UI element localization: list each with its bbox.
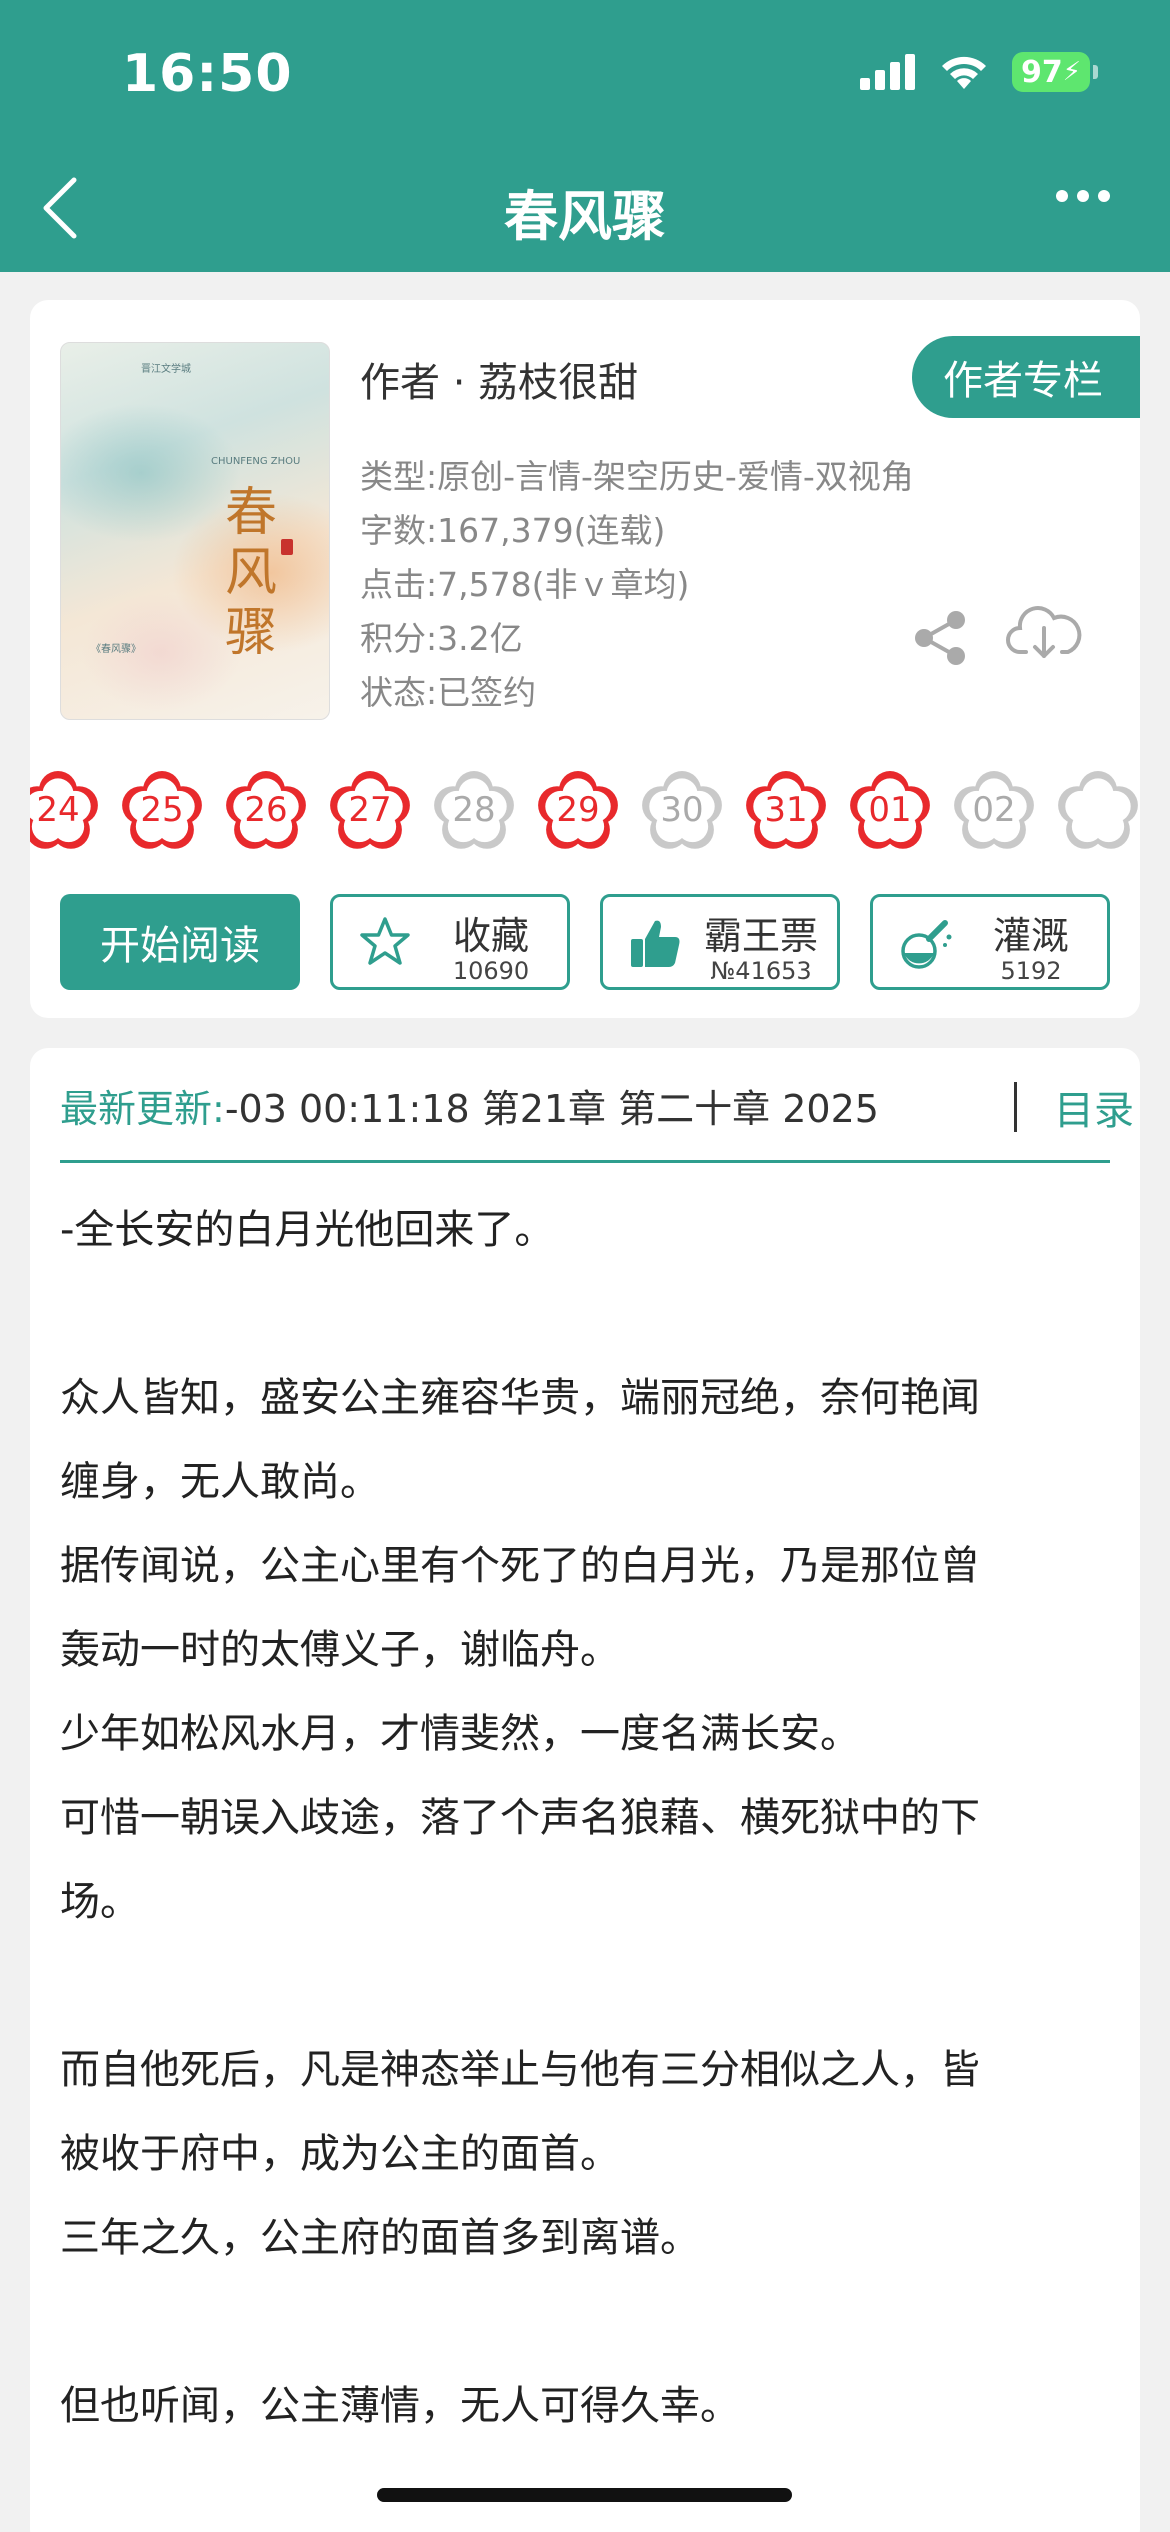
latest-update-label: 最新更新: bbox=[60, 1087, 225, 1131]
summary-line: 少年如松风水月，才情斐然，一度名满长安。 bbox=[60, 1711, 860, 1757]
table-of-contents-link[interactable]: 目录 bbox=[1054, 1078, 1134, 1136]
divider bbox=[1014, 1082, 1017, 1132]
status-time: 16:50 bbox=[122, 44, 293, 104]
cover-title-char: 春 bbox=[224, 483, 277, 543]
calendar-day-number: 01 bbox=[868, 790, 912, 830]
cover-publisher: 晋江文学城 bbox=[141, 364, 191, 375]
calendar-day-updated[interactable]: 27 bbox=[320, 760, 420, 860]
cellular-signal-icon bbox=[860, 54, 915, 90]
more-dot-icon bbox=[1098, 190, 1110, 202]
summary-line: 三年之久，公主府的面首多到离谱。 bbox=[60, 2215, 700, 2261]
cover-title: 春 风 骤 bbox=[211, 483, 291, 663]
calendar-day-number: 25 bbox=[140, 790, 184, 830]
calendar-day-number: 29 bbox=[556, 790, 600, 830]
ticket-count: №41653 bbox=[710, 957, 812, 985]
collect-count: 10690 bbox=[452, 957, 530, 985]
more-dot-icon bbox=[1056, 190, 1068, 202]
meta-score: 积分:3.2亿 bbox=[360, 619, 523, 658]
cover-seal bbox=[281, 539, 293, 555]
summary-line: 轰动一时的太傅义子，谢临舟。 bbox=[60, 1627, 620, 1673]
cover-title-char: 风 bbox=[224, 543, 277, 603]
book-summary: -全长安的白月光他回来了。众人皆知，盛安公主雍容华贵，端丽冠绝，奈何艳闻 缠身，无… bbox=[60, 1188, 1120, 2448]
flower-icon bbox=[1058, 771, 1138, 849]
wifi-icon bbox=[942, 56, 986, 89]
share-icon[interactable] bbox=[910, 608, 970, 668]
update-calendar: 24 25 26 27 28 29 30 31 01 02 bbox=[30, 760, 1140, 860]
calendar-day-number: 27 bbox=[348, 790, 392, 830]
summary-line: 被收于府中，成为公主的面首。 bbox=[60, 2131, 620, 2177]
collect-label: 收藏 bbox=[452, 914, 529, 958]
latest-update-text: -03 00:11:18 第21章 第二十章 2025 bbox=[224, 1087, 879, 1131]
summary-blank-line bbox=[60, 1944, 1120, 2028]
calendar-day-updated[interactable]: 01 bbox=[840, 760, 940, 860]
meta-genre: 类型:原创-言情-架空历史-爱情-双视角 bbox=[360, 457, 914, 496]
summary-line: 可惜一朝误入歧途，落了个声名狼藉、横死狱中的下 bbox=[60, 1795, 980, 1841]
cloud-download-icon[interactable] bbox=[1006, 600, 1082, 664]
water-count: 5192 bbox=[1000, 957, 1062, 985]
summary-blank-line bbox=[60, 1272, 1120, 1356]
divider-line bbox=[60, 1160, 1110, 1163]
author-column-button[interactable]: 作者专栏 bbox=[912, 336, 1140, 418]
home-indicator bbox=[377, 2488, 792, 2502]
calendar-day-partial bbox=[1048, 760, 1140, 860]
status-icons: 97 ⚡ bbox=[860, 52, 1098, 92]
collect-button[interactable]: 收藏 10690 bbox=[330, 894, 570, 990]
battery-indicator: 97 ⚡ bbox=[1012, 52, 1098, 92]
calendar-day-empty[interactable]: 02 bbox=[944, 760, 1044, 860]
cover-pinyin: CHUNFENG ZHOU bbox=[211, 456, 301, 467]
star-icon bbox=[360, 917, 410, 965]
calendar-day-updated[interactable]: 25 bbox=[112, 760, 212, 860]
summary-line: 缠身，无人敢尚。 bbox=[60, 1459, 380, 1505]
page-title: 春风骤 bbox=[504, 185, 666, 248]
cover-title-char: 骤 bbox=[224, 603, 277, 663]
book-info-card: 晋江文学城 CHUNFENG ZHOU 春 风 骤 《春风骤》 作者 · 荔枝很… bbox=[30, 300, 1140, 1018]
book-cover[interactable]: 晋江文学城 CHUNFENG ZHOU 春 风 骤 《春风骤》 bbox=[60, 342, 330, 720]
start-reading-button[interactable]: 开始阅读 bbox=[60, 894, 300, 990]
app-header: 16:50 97 ⚡ 春风骤 bbox=[0, 0, 1170, 272]
watering-flask-icon bbox=[901, 920, 952, 969]
ticket-button[interactable]: 霸王票 №41653 bbox=[600, 894, 840, 990]
summary-line: 场。 bbox=[60, 1879, 140, 1925]
summary-line: 众人皆知，盛安公主雍容华贵，端丽冠绝，奈何艳闻 bbox=[60, 1375, 980, 1421]
calendar-day-number: 31 bbox=[764, 790, 808, 830]
meta-word-count: 字数:167,379(连载) bbox=[360, 511, 666, 550]
meta-clicks: 点击:7,578(非ｖ章均) bbox=[360, 565, 690, 604]
calendar-day-updated[interactable]: 29 bbox=[528, 760, 628, 860]
calendar-day-empty[interactable]: 28 bbox=[424, 760, 524, 860]
battery-level: 97 bbox=[1020, 54, 1063, 90]
calendar-day-number: 24 bbox=[36, 790, 80, 830]
calendar-day-empty[interactable]: 30 bbox=[632, 760, 732, 860]
summary-blank-line bbox=[60, 2280, 1120, 2364]
summary-line: 据传闻说，公主心里有个死了的白月光，乃是那位曾 bbox=[60, 1543, 980, 1589]
meta-status: 状态:已签约 bbox=[360, 673, 537, 712]
calendar-day-updated[interactable]: 24 bbox=[30, 760, 108, 860]
calendar-day-number: 30 bbox=[660, 790, 704, 830]
more-button[interactable] bbox=[1056, 190, 1110, 202]
summary-line: 而自他死后，凡是神态举止与他有三分相似之人，皆 bbox=[60, 2047, 980, 2093]
thumbs-up-icon bbox=[631, 920, 680, 967]
more-dot-icon bbox=[1077, 190, 1089, 202]
water-label: 灌溉 bbox=[992, 914, 1069, 958]
calendar-day-updated[interactable]: 31 bbox=[736, 760, 836, 860]
calendar-day-number: 26 bbox=[244, 790, 288, 830]
calendar-day-number: 28 bbox=[452, 790, 496, 830]
summary-line: -全长安的白月光他回来了。 bbox=[60, 1207, 555, 1253]
latest-update-row[interactable]: 最新更新:-03 00:11:18 第21章 第二十章 2025 目录 bbox=[60, 1078, 1134, 1148]
intro-card: 最新更新:-03 00:11:18 第21章 第二十章 2025 目录 -全长安… bbox=[30, 1048, 1140, 2532]
ticket-label: 霸王票 bbox=[703, 914, 818, 958]
charging-bolt-icon: ⚡ bbox=[1062, 57, 1081, 87]
author-name[interactable]: 作者 · 荔枝很甜 bbox=[360, 350, 638, 408]
cover-caption: 《春风骤》 bbox=[91, 644, 141, 655]
water-button[interactable]: 灌溉 5192 bbox=[870, 894, 1110, 990]
calendar-day-number: 02 bbox=[972, 790, 1016, 830]
summary-line: 但也听闻，公主薄情，无人可得久幸。 bbox=[60, 2383, 740, 2429]
calendar-day-updated[interactable]: 26 bbox=[216, 760, 316, 860]
